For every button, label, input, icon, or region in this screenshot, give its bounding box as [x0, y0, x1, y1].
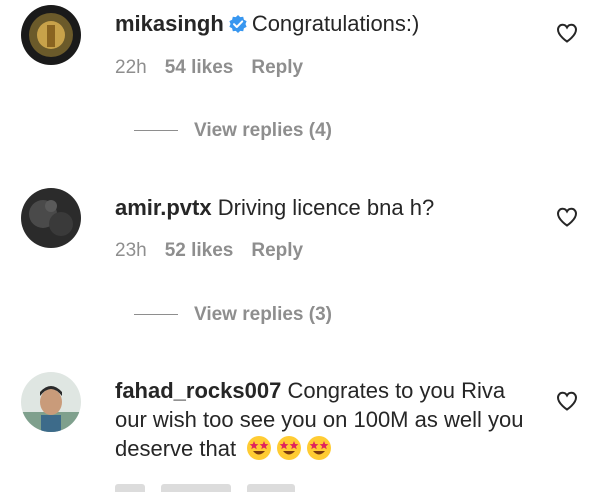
comment-likes[interactable]: 52 likes	[165, 240, 234, 261]
divider-line	[134, 314, 178, 316]
view-replies-button[interactable]: View replies (4)	[134, 120, 332, 142]
view-replies-button[interactable]: View replies (3)	[134, 304, 332, 326]
comment-body: Driving licence bna h?	[217, 195, 435, 220]
comment-text: amir.pvtx Driving licence bna h?	[115, 193, 535, 222]
comment-time: 23h	[115, 240, 147, 261]
comment-time: 22h	[115, 57, 147, 78]
view-replies-label: View replies (3)	[194, 304, 332, 325]
comment-username[interactable]: fahad_rocks007	[115, 378, 281, 403]
heart-icon[interactable]	[555, 205, 579, 229]
star-struck-emoji-icon	[277, 436, 302, 460]
heart-icon[interactable]	[555, 21, 579, 45]
comment-likes[interactable]: 54 likes	[165, 57, 234, 78]
comment-meta: 22h 54 likes Reply	[115, 57, 321, 79]
avatar[interactable]	[21, 5, 81, 65]
star-struck-emoji-icon	[247, 436, 272, 460]
comment-meta-cut-off	[115, 484, 315, 492]
divider-line	[134, 130, 178, 132]
reply-button[interactable]: Reply	[251, 240, 303, 261]
heart-icon[interactable]	[555, 389, 579, 413]
avatar[interactable]	[21, 372, 81, 432]
verified-badge-icon	[228, 12, 248, 41]
star-struck-emoji-group	[236, 436, 332, 461]
avatar[interactable]	[21, 188, 81, 248]
comment-username[interactable]: amir.pvtx	[115, 195, 212, 220]
comment-text: mikasingh Congratulations:)	[115, 9, 535, 41]
comment-text: fahad_rocks007 Congrates to you Riva our…	[115, 376, 535, 463]
view-replies-label: View replies (4)	[194, 120, 332, 141]
star-struck-emoji-icon	[307, 436, 332, 460]
comment-body: Congratulations:)	[251, 11, 420, 36]
reply-button[interactable]: Reply	[251, 57, 303, 78]
comment-meta: 23h 52 likes Reply	[115, 240, 321, 262]
comment-username[interactable]: mikasingh	[115, 11, 224, 36]
